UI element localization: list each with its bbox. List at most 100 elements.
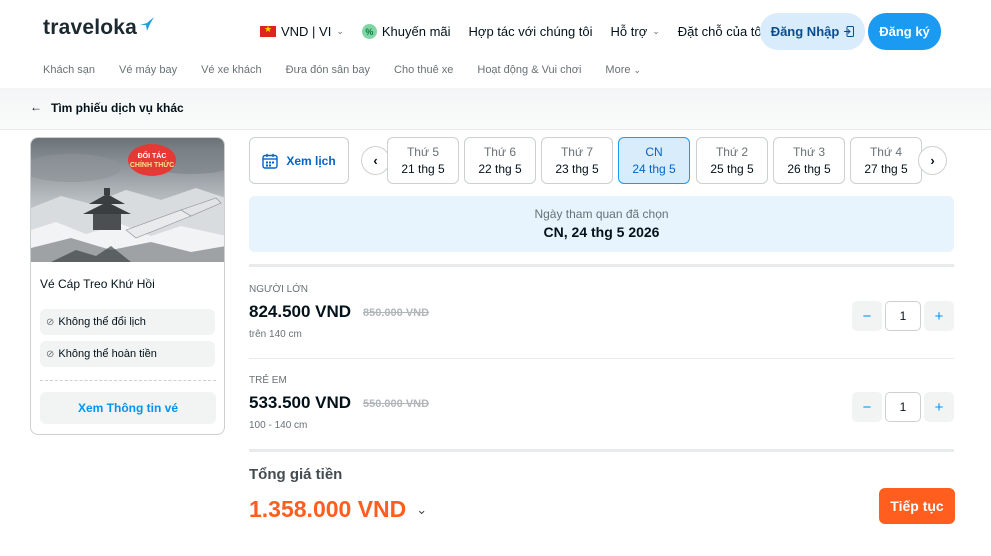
promotions-link[interactable]: % Khuyến mãi [361,24,451,39]
subnav-item-hotels[interactable]: Khách sạn [43,64,95,76]
quantity-stepper-adult: − 1 + [852,301,954,331]
date-weekday: Thứ 6 [483,145,517,159]
date-label: 21 thg 5 [401,162,445,176]
promotions-label: Khuyến mãi [381,24,451,39]
chevron-left-icon: ‹ [373,153,378,168]
ticket-note-adult: trên 140 cm [249,329,302,340]
date-label: 27 thg 5 [864,162,908,176]
ticket-original-price-adult: 850.000 VND [363,307,430,319]
currency-language-selector[interactable]: VND | VI ⌄ [260,24,344,39]
date-option[interactable]: Thứ 7 23 thg 5 [541,137,613,184]
view-calendar-label: Xem lịch [286,153,336,168]
subnav-item-flights[interactable]: Vé máy bay [119,64,177,76]
chevron-down-icon: ⌄ [633,64,642,75]
date-option[interactable]: Thứ 5 21 thg 5 [387,137,459,184]
subnav-label: Vé máy bay [118,64,178,76]
login-button[interactable]: Đăng Nhập [760,13,865,50]
chevron-down-icon: ⌄ [336,26,344,36]
minus-icon: − [862,307,872,325]
view-calendar-button[interactable]: Xem lịch [249,137,349,184]
back-bar: ← Tìm phiếu dịch vụ khác [0,88,991,130]
ticket-type-adult: NGƯỜI LỚN [249,284,309,295]
date-option[interactable]: Thứ 3 26 thg 5 [773,137,845,184]
policy-label: Không thể đổi lịch [58,316,146,328]
site-header: traveloka VND | VI ⌄ % Khuyến mãi Hợp tá… [0,0,991,88]
bird-icon [140,17,155,31]
chevron-down-icon: ⌄ [416,501,428,517]
selected-date-label: Ngày tham quan đã chọn [534,207,669,221]
continue-button[interactable]: Tiếp tục [879,488,955,524]
date-weekday: Thứ 4 [869,145,903,159]
back-link[interactable]: Tìm phiếu dịch vụ khác [51,101,184,115]
no-refund-icon: ⊘ [46,348,55,360]
partner-link[interactable]: Hợp tác với chúng tôi [469,24,593,39]
date-option[interactable]: Thứ 4 27 thg 5 [850,137,922,184]
prev-dates-button[interactable]: ‹ [361,146,390,175]
ticket-note-child: 100 - 140 cm [249,420,308,431]
subnav-label: Đưa đón sân bay [285,64,371,76]
partner-label: Hợp tác với chúng tôi [468,24,593,39]
vietnam-flag-icon [260,24,276,37]
product-card: ĐỐI TÁC CHÍNH THỨC Vé Cáp Treo Khứ Hồi ⊘… [30,137,225,435]
register-button[interactable]: Đăng ký [868,13,941,50]
plus-icon: + [934,398,944,416]
no-reschedule-icon: ⊘ [46,316,55,328]
subnav-item-bus[interactable]: Vé xe khách [201,64,262,76]
ticket-original-price-child: 550.000 VND [363,398,430,410]
subnav-label: Vé xe khách [201,64,262,76]
decrease-button[interactable]: − [852,301,882,331]
register-label: Đăng ký [879,24,930,39]
subnav-item-car-rental[interactable]: Cho thuê xe [394,64,453,76]
decrease-button[interactable]: − [852,392,882,422]
subnav-label: Hoạt động & Vui chơi [477,64,582,76]
product-title: Vé Cáp Treo Khứ Hồi [40,277,155,291]
plus-icon: + [934,307,944,325]
date-option[interactable]: Thứ 2 25 thg 5 [696,137,768,184]
chevron-right-icon: › [930,153,935,168]
calendar-icon [262,153,279,169]
date-label: 22 thg 5 [478,162,522,176]
date-option-selected[interactable]: CN 24 thg 5 [618,137,690,184]
subnav-label: More [605,64,631,76]
increase-button[interactable]: + [924,301,954,331]
quantity-field[interactable]: 1 [885,301,921,331]
date-option[interactable]: Thứ 6 22 thg 5 [464,137,536,184]
discount-icon: % [361,24,377,39]
quantity-stepper-child: − 1 + [852,392,954,422]
view-ticket-info-button[interactable]: Xem Thông tin vé [40,392,216,424]
card-divider [40,380,216,381]
traveloka-logo[interactable]: traveloka [43,16,155,40]
logo-text: traveloka [43,16,138,39]
total-price-label: Tổng giá tiền [249,466,343,483]
my-bookings-link[interactable]: Đặt chỗ của tôi [678,24,765,39]
policy-no-reschedule: ⊘ Không thể đổi lịch [40,309,215,335]
policy-label: Không thể hoàn tiền [58,348,157,360]
selected-date-banner: Ngày tham quan đã chọn CN, 24 thg 5 2026 [249,196,954,252]
date-label: 24 thg 5 [632,162,676,176]
subnav-label: Cho thuê xe [394,64,454,76]
date-weekday: Thứ 3 [792,145,826,159]
total-price[interactable]: 1.358.000 VND ⌄ [249,496,427,523]
increase-button[interactable]: + [924,392,954,422]
ticket-price-child: 533.500 VND [249,393,352,412]
ticket-price-adult: 824.500 VND [249,302,352,321]
login-label: Đăng Nhập [770,24,840,39]
official-partner-badge-line2: CHÍNH THỨC [130,160,174,169]
quantity-field[interactable]: 1 [885,392,921,422]
date-weekday: Thứ 5 [406,145,440,159]
my-bookings-label: Đặt chỗ của tôi [677,24,765,39]
date-weekday: Thứ 7 [560,145,594,159]
section-divider [249,264,954,267]
minus-icon: − [862,398,872,416]
chevron-down-icon: ⌄ [652,26,660,36]
product-subnav: Khách sạn Vé máy bay Vé xe khách Đưa đón… [43,64,665,76]
subnav-item-activities[interactable]: Hoạt động & Vui chơi [477,64,581,76]
arrow-left-icon[interactable]: ← [30,100,42,114]
subnav-item-airport-transfer[interactable]: Đưa đón sân bay [286,64,370,76]
support-menu[interactable]: Hỗ trợ ⌄ [611,24,660,39]
subnav-item-more[interactable]: More ⌄ [605,64,641,76]
login-icon [844,26,855,37]
next-dates-button[interactable]: › [918,146,947,175]
total-price-value: 1.358.000 VND [249,496,407,522]
top-nav: VND | VI ⌄ % Khuyến mãi Hợp tác với chún… [260,13,783,50]
